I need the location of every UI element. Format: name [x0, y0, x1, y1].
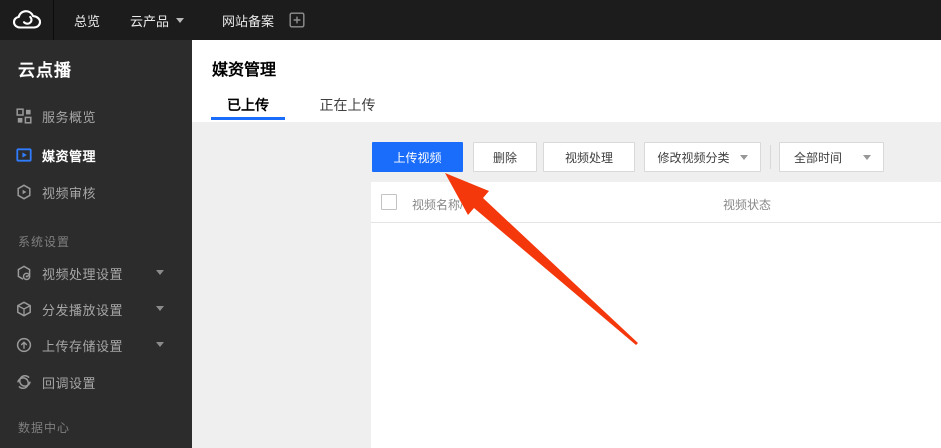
plus-square-icon [289, 12, 305, 28]
content-header: 媒资管理 已上传 正在上传 [192, 40, 941, 122]
callback-icon [16, 374, 32, 390]
media-table: 视频名称/ID 视频状态 [371, 182, 941, 448]
sidebar-item-service-overview[interactable]: 服务概览 [16, 106, 184, 126]
chevron-down-icon [156, 306, 164, 311]
sidebar-item-media-management[interactable]: 媒资管理 [16, 145, 184, 165]
delete-button[interactable]: 删除 [473, 142, 537, 172]
tab-uploading-label: 正在上传 [319, 97, 376, 113]
sidebar-item-callback-settings[interactable]: 回调设置 [16, 372, 184, 392]
tab-bar: 已上传 正在上传 [211, 93, 377, 122]
video-play-icon [16, 147, 32, 163]
modify-category-label: 修改视频分类 [657, 150, 730, 165]
top-nav-bar: 总览 云产品 网站备案 [0, 0, 941, 40]
sidebar-item-label: 视频审核 [42, 185, 97, 201]
upload-video-button[interactable]: 上传视频 [372, 142, 463, 172]
time-filter-select[interactable]: 全部时间 [779, 142, 884, 172]
sidebar-item-video-review[interactable]: 视频审核 [16, 182, 184, 202]
chevron-down-icon [156, 270, 164, 275]
top-nav-items: 总览 云产品 网站备案 [54, 11, 305, 30]
tencent-cloud-logo[interactable] [0, 0, 54, 40]
sidebar-item-distribution-playback-settings[interactable]: 分发播放设置 [16, 299, 184, 319]
sidebar-item-label: 视频处理设置 [42, 266, 124, 282]
nav-overview[interactable]: 总览 [74, 11, 100, 30]
table-header-row: 视频名称/ID 视频状态 [371, 182, 941, 223]
chevron-down-icon [156, 342, 164, 347]
nav-icp-filing-label: 网站备案 [222, 13, 275, 29]
video-process-label: 视频处理 [564, 150, 613, 165]
sidebar-product-title: 云点播 [18, 61, 72, 80]
sidebar-item-label: 媒资管理 [42, 148, 97, 164]
cloud-icon [12, 10, 41, 29]
upload-video-label: 上传视频 [393, 150, 442, 165]
sidebar-item-video-processing-settings[interactable]: 视频处理设置 [16, 263, 184, 283]
nav-icp-filing[interactable]: 网站备案 [222, 11, 274, 30]
delete-label: 删除 [492, 150, 517, 165]
tab-uploaded-label: 已上传 [227, 97, 269, 113]
cube-icon [16, 301, 32, 317]
column-header-video-status: 视频状态 [723, 198, 772, 212]
select-all-checkbox[interactable] [381, 194, 397, 210]
nav-overview-label: 总览 [74, 13, 101, 29]
sidebar-item-label: 上传存储设置 [42, 338, 124, 354]
sidebar-item-label: 服务概览 [42, 109, 97, 125]
review-play-icon [16, 184, 32, 200]
grid-icon [16, 108, 32, 124]
nav-cloud-products[interactable]: 云产品 [130, 11, 185, 30]
add-shortcut-button[interactable] [289, 12, 305, 28]
toolbar-divider [770, 145, 771, 169]
workspace-panel: 上传视频 删除 视频处理 修改视频分类 全部时间 视频名称/ID 视频状态 [192, 122, 941, 448]
sidebar: 云点播 服务概览 媒资管理 视频审核 系统设置 视频处理设置 分发播放设置 上传… [0, 40, 192, 448]
upload-circle-icon [16, 337, 32, 353]
chevron-down-icon [176, 17, 185, 23]
chevron-down-icon [863, 154, 871, 160]
tab-uploading[interactable]: 正在上传 [318, 93, 377, 122]
sidebar-item-label: 回调设置 [42, 375, 97, 391]
chevron-down-icon [739, 154, 748, 160]
time-filter-value: 全部时间 [794, 150, 843, 165]
modify-category-dropdown[interactable]: 修改视频分类 [644, 142, 761, 172]
sidebar-section-system-settings: 系统设置 [18, 235, 71, 249]
sidebar-item-label: 分发播放设置 [42, 302, 124, 318]
tab-uploaded[interactable]: 已上传 [211, 93, 285, 122]
table-body [371, 224, 941, 448]
sidebar-item-upload-storage-settings[interactable]: 上传存储设置 [16, 335, 184, 355]
sidebar-section-data-center: 数据中心 [18, 421, 71, 435]
video-process-button[interactable]: 视频处理 [543, 142, 635, 172]
column-header-video-name-id: 视频名称/ID [412, 198, 476, 212]
page-title: 媒资管理 [212, 62, 277, 79]
nav-cloud-products-label: 云产品 [130, 13, 170, 29]
process-icon [16, 265, 32, 281]
